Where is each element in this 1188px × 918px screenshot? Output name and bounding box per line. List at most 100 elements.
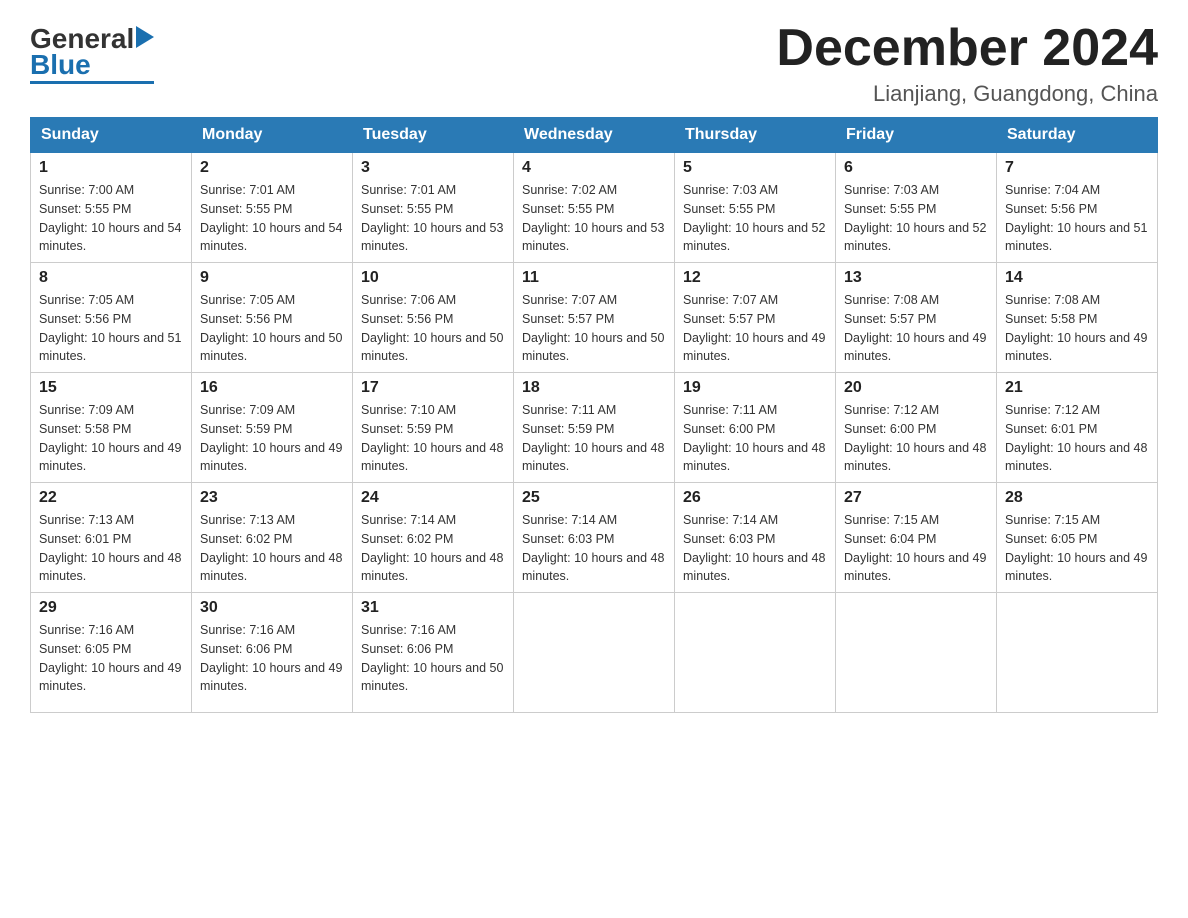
day-number: 28 (1005, 489, 1149, 507)
logo-blue: Blue (30, 51, 91, 79)
calendar-cell: 14Sunrise: 7:08 AMSunset: 5:58 PMDayligh… (997, 263, 1158, 373)
day-info: Sunrise: 7:09 AMSunset: 5:58 PMDaylight:… (39, 401, 183, 476)
day-info: Sunrise: 7:04 AMSunset: 5:56 PMDaylight:… (1005, 181, 1149, 256)
day-info: Sunrise: 7:01 AMSunset: 5:55 PMDaylight:… (361, 181, 505, 256)
day-number: 20 (844, 379, 988, 397)
logo-underline (30, 81, 154, 84)
day-info: Sunrise: 7:12 AMSunset: 6:00 PMDaylight:… (844, 401, 988, 476)
calendar-header-row: SundayMondayTuesdayWednesdayThursdayFrid… (31, 118, 1158, 153)
calendar-cell: 3 Sunrise: 7:01 AMSunset: 5:55 PMDaylight… (353, 153, 514, 263)
day-number: 6 (844, 159, 988, 177)
calendar-cell: 11Sunrise: 7:07 AMSunset: 5:57 PMDayligh… (514, 263, 675, 373)
day-info: Sunrise: 7:15 AMSunset: 6:05 PMDaylight:… (1005, 511, 1149, 586)
calendar-header-saturday: Saturday (997, 118, 1158, 153)
calendar-cell: 26 Sunrise: 7:14 AMSunset: 6:03 PMDayligh… (675, 483, 836, 593)
calendar-cell: 30Sunrise: 7:16 AMSunset: 6:06 PMDayligh… (192, 593, 353, 713)
calendar-header-wednesday: Wednesday (514, 118, 675, 153)
calendar-cell: 18Sunrise: 7:11 AMSunset: 5:59 PMDayligh… (514, 373, 675, 483)
day-number: 3 (361, 159, 505, 177)
calendar-cell: 6 Sunrise: 7:03 AMSunset: 5:55 PMDaylight… (836, 153, 997, 263)
day-number: 26 (683, 489, 827, 507)
day-number: 27 (844, 489, 988, 507)
calendar-table: SundayMondayTuesdayWednesdayThursdayFrid… (30, 117, 1158, 713)
calendar-cell: 17 Sunrise: 7:10 AMSunset: 5:59 PMDayligh… (353, 373, 514, 483)
calendar-week-row-5: 29Sunrise: 7:16 AMSunset: 6:05 PMDayligh… (31, 593, 1158, 713)
calendar-cell: 13 Sunrise: 7:08 AMSunset: 5:57 PMDayligh… (836, 263, 997, 373)
calendar-cell: 19 Sunrise: 7:11 AMSunset: 6:00 PMDayligh… (675, 373, 836, 483)
calendar-cell: 25 Sunrise: 7:14 AMSunset: 6:03 PMDayligh… (514, 483, 675, 593)
day-number: 22 (39, 489, 183, 507)
day-number: 31 (361, 599, 505, 617)
day-info: Sunrise: 7:01 AMSunset: 5:55 PMDaylight:… (200, 181, 344, 256)
day-number: 14 (1005, 269, 1149, 287)
month-title: December 2024 (776, 20, 1158, 77)
day-info: Sunrise: 7:13 AMSunset: 6:01 PMDaylight:… (39, 511, 183, 586)
logo-triangle-icon (136, 26, 154, 48)
calendar-cell (514, 593, 675, 713)
day-number: 24 (361, 489, 505, 507)
calendar-cell: 8Sunrise: 7:05 AMSunset: 5:56 PMDaylight… (31, 263, 192, 373)
day-number: 19 (683, 379, 827, 397)
logo: General Blue (30, 25, 154, 84)
calendar-header-monday: Monday (192, 118, 353, 153)
calendar-cell: 12 Sunrise: 7:07 AMSunset: 5:57 PMDayligh… (675, 263, 836, 373)
day-info: Sunrise: 7:03 AMSunset: 5:55 PMDaylight:… (683, 181, 827, 256)
calendar-cell: 24 Sunrise: 7:14 AMSunset: 6:02 PMDayligh… (353, 483, 514, 593)
day-info: Sunrise: 7:16 AMSunset: 6:06 PMDaylight:… (361, 621, 505, 696)
calendar-cell: 31 Sunrise: 7:16 AMSunset: 6:06 PMDayligh… (353, 593, 514, 713)
calendar-week-row-3: 15 Sunrise: 7:09 AMSunset: 5:58 PMDayligh… (31, 373, 1158, 483)
day-info: Sunrise: 7:03 AMSunset: 5:55 PMDaylight:… (844, 181, 988, 256)
calendar-week-row-1: 1Sunrise: 7:00 AMSunset: 5:55 PMDaylight… (31, 153, 1158, 263)
calendar-week-row-2: 8 Sunrise: 7:05 AMSunset: 5:56 PMDaylight… (31, 263, 1158, 373)
day-info: Sunrise: 7:14 AMSunset: 6:03 PMDaylight:… (683, 511, 827, 586)
calendar-week-row-4: 22 Sunrise: 7:13 AMSunset: 6:01 PMDayligh… (31, 483, 1158, 593)
day-info: Sunrise: 7:13 AMSunset: 6:02 PMDaylight:… (200, 511, 344, 586)
day-info: Sunrise: 7:05 AMSunset: 5:56 PMDaylight:… (200, 291, 344, 366)
calendar-cell: 2 Sunrise: 7:01 AMSunset: 5:55 PMDaylight… (192, 153, 353, 263)
day-info: Sunrise: 7:14 AMSunset: 6:03 PMDaylight:… (522, 511, 666, 586)
day-number: 16 (200, 379, 344, 397)
calendar-cell: 16 Sunrise: 7:09 AMSunset: 5:59 PMDayligh… (192, 373, 353, 483)
day-number: 8 (39, 269, 183, 287)
calendar-cell: 27 Sunrise: 7:15 AMSunset: 6:04 PMDayligh… (836, 483, 997, 593)
day-info: Sunrise: 7:00 AMSunset: 5:55 PMDaylight:… (39, 181, 183, 256)
day-number: 4 (522, 159, 666, 177)
calendar-cell: 4 Sunrise: 7:02 AMSunset: 5:55 PMDaylight… (514, 153, 675, 263)
calendar-header-sunday: Sunday (31, 118, 192, 153)
calendar-header-friday: Friday (836, 118, 997, 153)
day-info: Sunrise: 7:09 AMSunset: 5:59 PMDaylight:… (200, 401, 344, 476)
day-number: 5 (683, 159, 827, 177)
calendar-cell: 23 Sunrise: 7:13 AMSunset: 6:02 PMDayligh… (192, 483, 353, 593)
day-number: 29 (39, 599, 183, 617)
calendar-cell: 28 Sunrise: 7:15 AMSunset: 6:05 PMDayligh… (997, 483, 1158, 593)
day-info: Sunrise: 7:12 AMSunset: 6:01 PMDaylight:… (1005, 401, 1149, 476)
day-info: Sunrise: 7:10 AMSunset: 5:59 PMDaylight:… (361, 401, 505, 476)
day-info: Sunrise: 7:16 AMSunset: 6:06 PMDaylight:… (200, 621, 344, 696)
title-area: December 2024 Lianjiang, Guangdong, Chin… (776, 20, 1158, 107)
location-title: Lianjiang, Guangdong, China (776, 81, 1158, 107)
day-number: 13 (844, 269, 988, 287)
calendar-cell: 9Sunrise: 7:05 AMSunset: 5:56 PMDaylight… (192, 263, 353, 373)
calendar-cell (675, 593, 836, 713)
day-info: Sunrise: 7:07 AMSunset: 5:57 PMDaylight:… (683, 291, 827, 366)
day-number: 23 (200, 489, 344, 507)
calendar-cell: 1Sunrise: 7:00 AMSunset: 5:55 PMDaylight… (31, 153, 192, 263)
day-number: 7 (1005, 159, 1149, 177)
day-info: Sunrise: 7:08 AMSunset: 5:57 PMDaylight:… (844, 291, 988, 366)
day-info: Sunrise: 7:02 AMSunset: 5:55 PMDaylight:… (522, 181, 666, 256)
day-info: Sunrise: 7:14 AMSunset: 6:02 PMDaylight:… (361, 511, 505, 586)
day-number: 12 (683, 269, 827, 287)
day-number: 17 (361, 379, 505, 397)
calendar-header-tuesday: Tuesday (353, 118, 514, 153)
day-number: 15 (39, 379, 183, 397)
calendar-cell: 29Sunrise: 7:16 AMSunset: 6:05 PMDayligh… (31, 593, 192, 713)
day-number: 2 (200, 159, 344, 177)
calendar-cell: 7 Sunrise: 7:04 AMSunset: 5:56 PMDaylight… (997, 153, 1158, 263)
day-info: Sunrise: 7:15 AMSunset: 6:04 PMDaylight:… (844, 511, 988, 586)
calendar-cell: 21Sunrise: 7:12 AMSunset: 6:01 PMDayligh… (997, 373, 1158, 483)
day-number: 25 (522, 489, 666, 507)
day-number: 18 (522, 379, 666, 397)
page-header: General Blue December 2024 Lianjiang, Gu… (30, 20, 1158, 107)
day-number: 10 (361, 269, 505, 287)
day-info: Sunrise: 7:11 AMSunset: 6:00 PMDaylight:… (683, 401, 827, 476)
